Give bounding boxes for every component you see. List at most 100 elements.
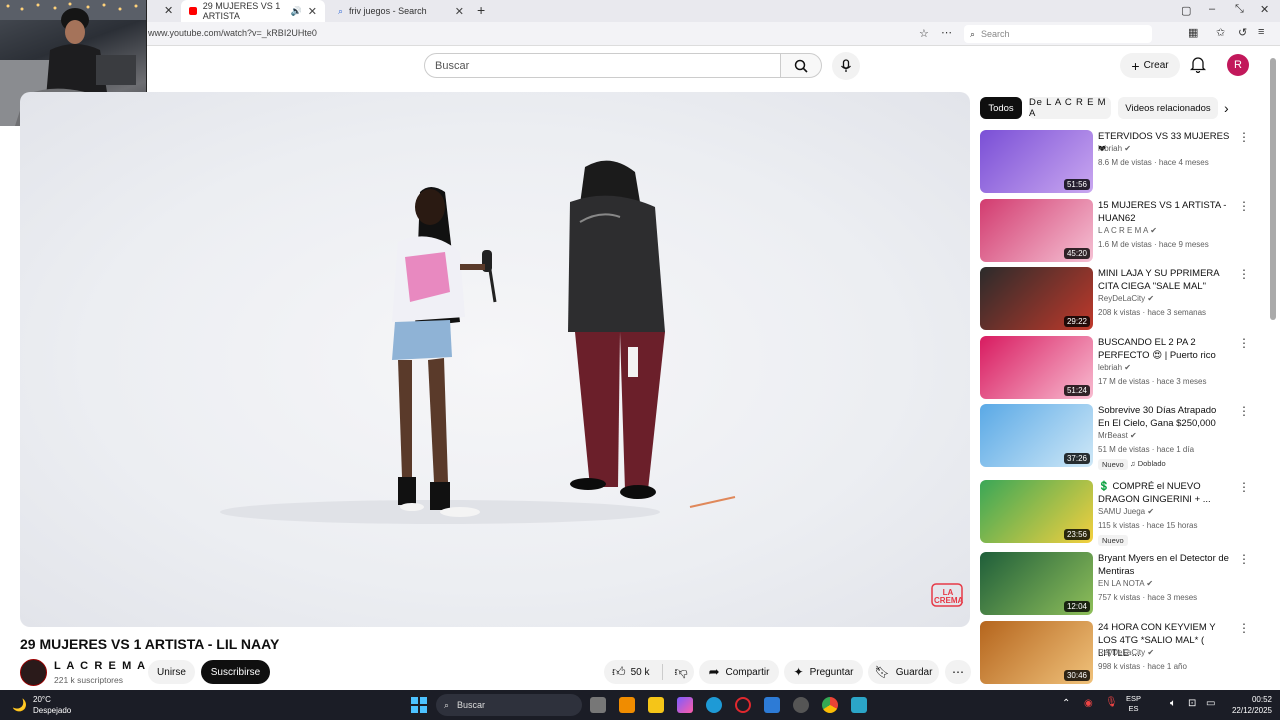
close-tab-icon[interactable]: ✕: [308, 5, 317, 18]
language-indicator[interactable]: ESP ES: [1126, 694, 1141, 714]
more-options-icon[interactable]: ⋮: [1238, 404, 1250, 418]
clock[interactable]: 00:52 22/12/2025: [1228, 694, 1272, 716]
star-icon[interactable]: ☆: [919, 27, 929, 40]
app-orange-icon[interactable]: [619, 697, 635, 713]
close-tab-icon[interactable]: ✕: [455, 5, 464, 18]
recommended-video[interactable]: 51:56 ETERVIDOS VS 33 MUJERES ❤ lebriah ✔ 8…: [980, 130, 1250, 194]
app-window-icon[interactable]: [851, 697, 867, 713]
video-title[interactable]: Bryant Myers en el Detector de Mentiras: [1098, 552, 1230, 578]
search-button[interactable]: [780, 53, 822, 78]
channel-name[interactable]: SAMU Juega ✔: [1098, 507, 1154, 516]
chip-related[interactable]: Videos relacionados: [1118, 97, 1218, 119]
video-title[interactable]: BUSCANDO EL 2 PA 2 PERFECTO 😍 | Puerto r…: [1098, 336, 1230, 362]
opera-icon[interactable]: [735, 697, 751, 713]
recommended-video[interactable]: 45:20 15 MUJERES VS 1 ARTISTA - HUAN62 L A…: [980, 199, 1250, 263]
battery-icon[interactable]: ▭: [1206, 698, 1215, 709]
video-player[interactable]: LA CREMA: [20, 92, 970, 627]
video-thumbnail[interactable]: 51:56: [980, 130, 1093, 193]
store-icon[interactable]: [764, 697, 780, 713]
chrome-icon[interactable]: [822, 697, 838, 713]
more-options-icon[interactable]: ⋮: [1238, 267, 1250, 281]
video-title[interactable]: Sobrevive 30 Días Atrapado En El Cielo, …: [1098, 404, 1230, 430]
video-thumbnail[interactable]: 51:24: [980, 336, 1093, 399]
more-options-icon[interactable]: ⋮: [1238, 621, 1250, 635]
ask-button[interactable]: ✦ Preguntar: [784, 660, 863, 684]
edge-icon[interactable]: [706, 697, 722, 713]
more-options-icon[interactable]: ⋮: [1238, 552, 1250, 566]
tab-count-icon[interactable]: ▢: [1181, 4, 1191, 17]
chip-all[interactable]: Todos: [980, 97, 1022, 119]
microphone-icon[interactable]: 🎙︎: [1105, 697, 1118, 708]
video-thumbnail[interactable]: 12:04: [980, 552, 1093, 615]
channel-name[interactable]: ReyDeLaCity ✔: [1098, 294, 1154, 303]
grid-icon[interactable]: ▦: [1188, 26, 1198, 39]
channel-name[interactable]: lebriah ✔: [1098, 363, 1131, 372]
url-field[interactable]: www.youtube.com/watch?v=_kRBI2UHte0: [148, 28, 317, 38]
recommended-video[interactable]: 51:24 BUSCANDO EL 2 PA 2 PERFECTO 😍 | Pue…: [980, 336, 1250, 400]
windows-start-icon[interactable]: [411, 697, 427, 713]
channel-name[interactable]: MrBeast ✔: [1098, 431, 1137, 440]
video-thumbnail[interactable]: 23:56: [980, 480, 1093, 543]
more-options-icon[interactable]: ⋮: [1238, 336, 1250, 350]
more-options-icon[interactable]: ⋮: [1238, 130, 1250, 144]
join-button[interactable]: Unirse: [148, 660, 195, 684]
create-button[interactable]: + Crear: [1120, 53, 1180, 78]
channel-name[interactable]: ReyDeLaCity ✔: [1098, 648, 1154, 657]
menu-icon[interactable]: ≡: [1258, 26, 1264, 38]
account-avatar[interactable]: R: [1227, 54, 1249, 76]
recommended-video[interactable]: 29:22 MINI LAJA Y SU PPRIMERA CITA CIEGA …: [980, 267, 1250, 331]
video-thumbnail[interactable]: 30:46: [980, 621, 1093, 684]
more-options-icon[interactable]: ⋮: [1238, 480, 1250, 494]
file-explorer-icon[interactable]: [648, 697, 664, 713]
more-icon[interactable]: ⋯: [941, 26, 952, 39]
channel-name[interactable]: EN LA NOTA ✔: [1098, 579, 1153, 588]
recommended-video[interactable]: 37:26 Sobrevive 30 Días Atrapado En El Ci…: [980, 404, 1250, 470]
video-thumbnail[interactable]: 37:26: [980, 404, 1093, 467]
video-title[interactable]: 💲 COMPRÉ el NUEVO DRAGON GINGERINI + ...: [1098, 480, 1230, 506]
search-input[interactable]: Buscar: [424, 53, 781, 78]
more-options-icon[interactable]: ⋮: [1238, 199, 1250, 213]
taskbar-search[interactable]: ⌕ Buscar: [436, 694, 582, 716]
subscribe-button[interactable]: Suscribirse: [201, 660, 270, 684]
network-icon[interactable]: ⊡: [1188, 698, 1196, 709]
scrollbar[interactable]: [1270, 58, 1276, 320]
channel-name[interactable]: L A C R E M A ✔: [1098, 226, 1157, 235]
chevron-up-icon[interactable]: ⌃: [1062, 698, 1070, 709]
notifications-button[interactable]: [1189, 56, 1207, 78]
like-button[interactable]: 👍︎ 50 k: [612, 664, 650, 680]
task-view-icon[interactable]: [590, 697, 606, 713]
channel-avatar[interactable]: [20, 659, 47, 686]
window-close-icon[interactable]: ✕: [1260, 3, 1269, 16]
recommended-video[interactable]: 30:46 24 HORA CON KEYVIEM Y LOS 4TG *SALI…: [980, 621, 1250, 685]
video-thumbnail[interactable]: 29:22: [980, 267, 1093, 330]
restore-icon[interactable]: ⤡: [1235, 3, 1244, 16]
history-icon[interactable]: ↺: [1238, 26, 1247, 39]
tab-youtube[interactable]: 29 MUJERES VS 1 ARTISTA 🔊 ✕: [181, 0, 325, 22]
tab-friv-search[interactable]: ⌕ friv juegos - Search ✕: [330, 0, 472, 22]
video-title[interactable]: MINI LAJA Y SU PPRIMERA CITA CIEGA "SALE…: [1098, 267, 1230, 293]
share-button[interactable]: ➦ Compartir: [699, 660, 779, 684]
channel-name[interactable]: lebriah ✔: [1098, 144, 1131, 153]
video-thumbnail[interactable]: 45:20: [980, 199, 1093, 262]
browser-search-input[interactable]: ⌕ Search: [964, 25, 1152, 43]
steam-icon[interactable]: [793, 697, 809, 713]
channel-name[interactable]: L A C R E M A ✔: [54, 660, 159, 672]
copilot-icon[interactable]: [677, 697, 693, 713]
volume-icon[interactable]: 🔈︎: [1170, 698, 1176, 709]
save-button[interactable]: 🔖︎ Guardar: [868, 660, 939, 684]
chevron-right-icon[interactable]: ›: [1224, 100, 1229, 116]
more-actions-button[interactable]: ⋯: [945, 660, 971, 684]
chip-from-channel[interactable]: De L A C R E M A: [1029, 97, 1111, 119]
favorites-icon[interactable]: ✩: [1216, 26, 1225, 39]
speaker-icon[interactable]: 🔊: [291, 6, 302, 17]
minimize-icon[interactable]: –: [1209, 3, 1215, 15]
recommended-video[interactable]: 12:04 Bryant Myers en el Detector de Ment…: [980, 552, 1250, 616]
new-tab-icon[interactable]: +: [477, 2, 485, 18]
video-title[interactable]: 15 MUJERES VS 1 ARTISTA - HUAN62: [1098, 199, 1230, 225]
thumbs-down-icon[interactable]: 👎︎: [675, 664, 688, 680]
recommended-video[interactable]: 23:56 💲 COMPRÉ el NUEVO DRAGON GINGERINI …: [980, 480, 1250, 546]
voice-search-button[interactable]: [832, 52, 860, 80]
close-icon[interactable]: ✕: [164, 4, 173, 17]
weather-widget[interactable]: 20°C Despejado: [33, 694, 71, 716]
record-icon[interactable]: ◉: [1084, 698, 1093, 709]
